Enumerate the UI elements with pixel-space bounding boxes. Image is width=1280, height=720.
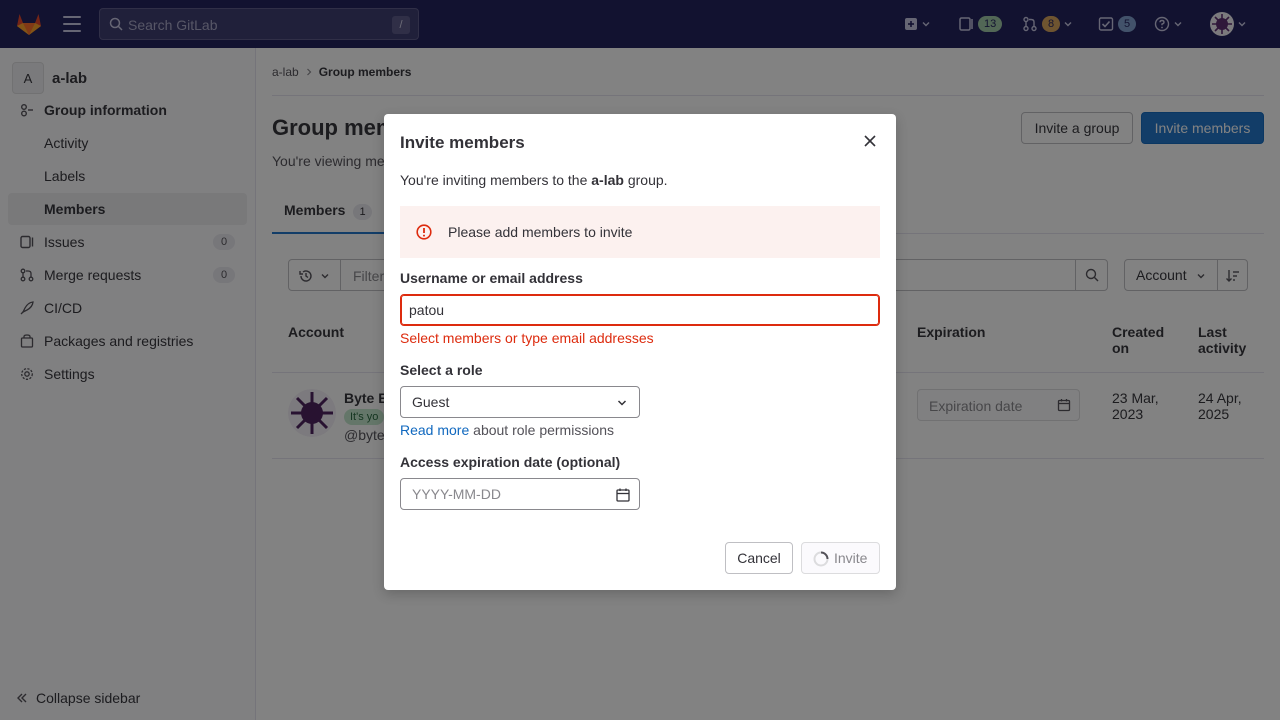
intro-group-name: a-lab: [591, 172, 624, 188]
modal-title: Invite members: [400, 133, 525, 152]
date-placeholder: YYYY-MM-DD: [412, 486, 501, 502]
read-more-suffix: about role permissions: [469, 422, 615, 438]
role-label: Select a role: [400, 362, 483, 378]
calendar-icon: [616, 488, 630, 502]
role-select-value: Guest: [412, 394, 450, 410]
role-help-text: Read more about role permissions: [400, 422, 614, 438]
error-alert: Please add members to invite: [400, 206, 880, 258]
read-more-link[interactable]: Read more: [400, 422, 469, 438]
expiration-date-label: Access expiration date (optional): [400, 454, 621, 470]
username-label: Username or email address: [400, 270, 583, 286]
alert-text: Please add members to invite: [448, 224, 633, 240]
modal-intro: You're inviting members to the a-lab gro…: [400, 172, 668, 188]
username-error: Select members or type email addresses: [400, 330, 654, 346]
intro-suffix: group.: [623, 172, 668, 188]
username-input[interactable]: patou: [400, 294, 880, 326]
access-expiration-date-input[interactable]: YYYY-MM-DD: [400, 478, 640, 510]
close-icon[interactable]: [864, 135, 876, 147]
error-icon: [416, 224, 432, 240]
invite-members-modal: Invite members You're inviting members t…: [384, 114, 896, 590]
invite-button-label: Invite: [834, 550, 868, 566]
cancel-button[interactable]: Cancel: [725, 542, 793, 574]
intro-prefix: You're inviting members to the: [400, 172, 592, 188]
chevron-down-icon: [617, 400, 627, 406]
invite-button[interactable]: Invite: [801, 542, 880, 574]
loading-spinner-icon: [813, 551, 829, 567]
role-select[interactable]: Guest: [400, 386, 640, 418]
username-input-value: patou: [409, 302, 445, 318]
